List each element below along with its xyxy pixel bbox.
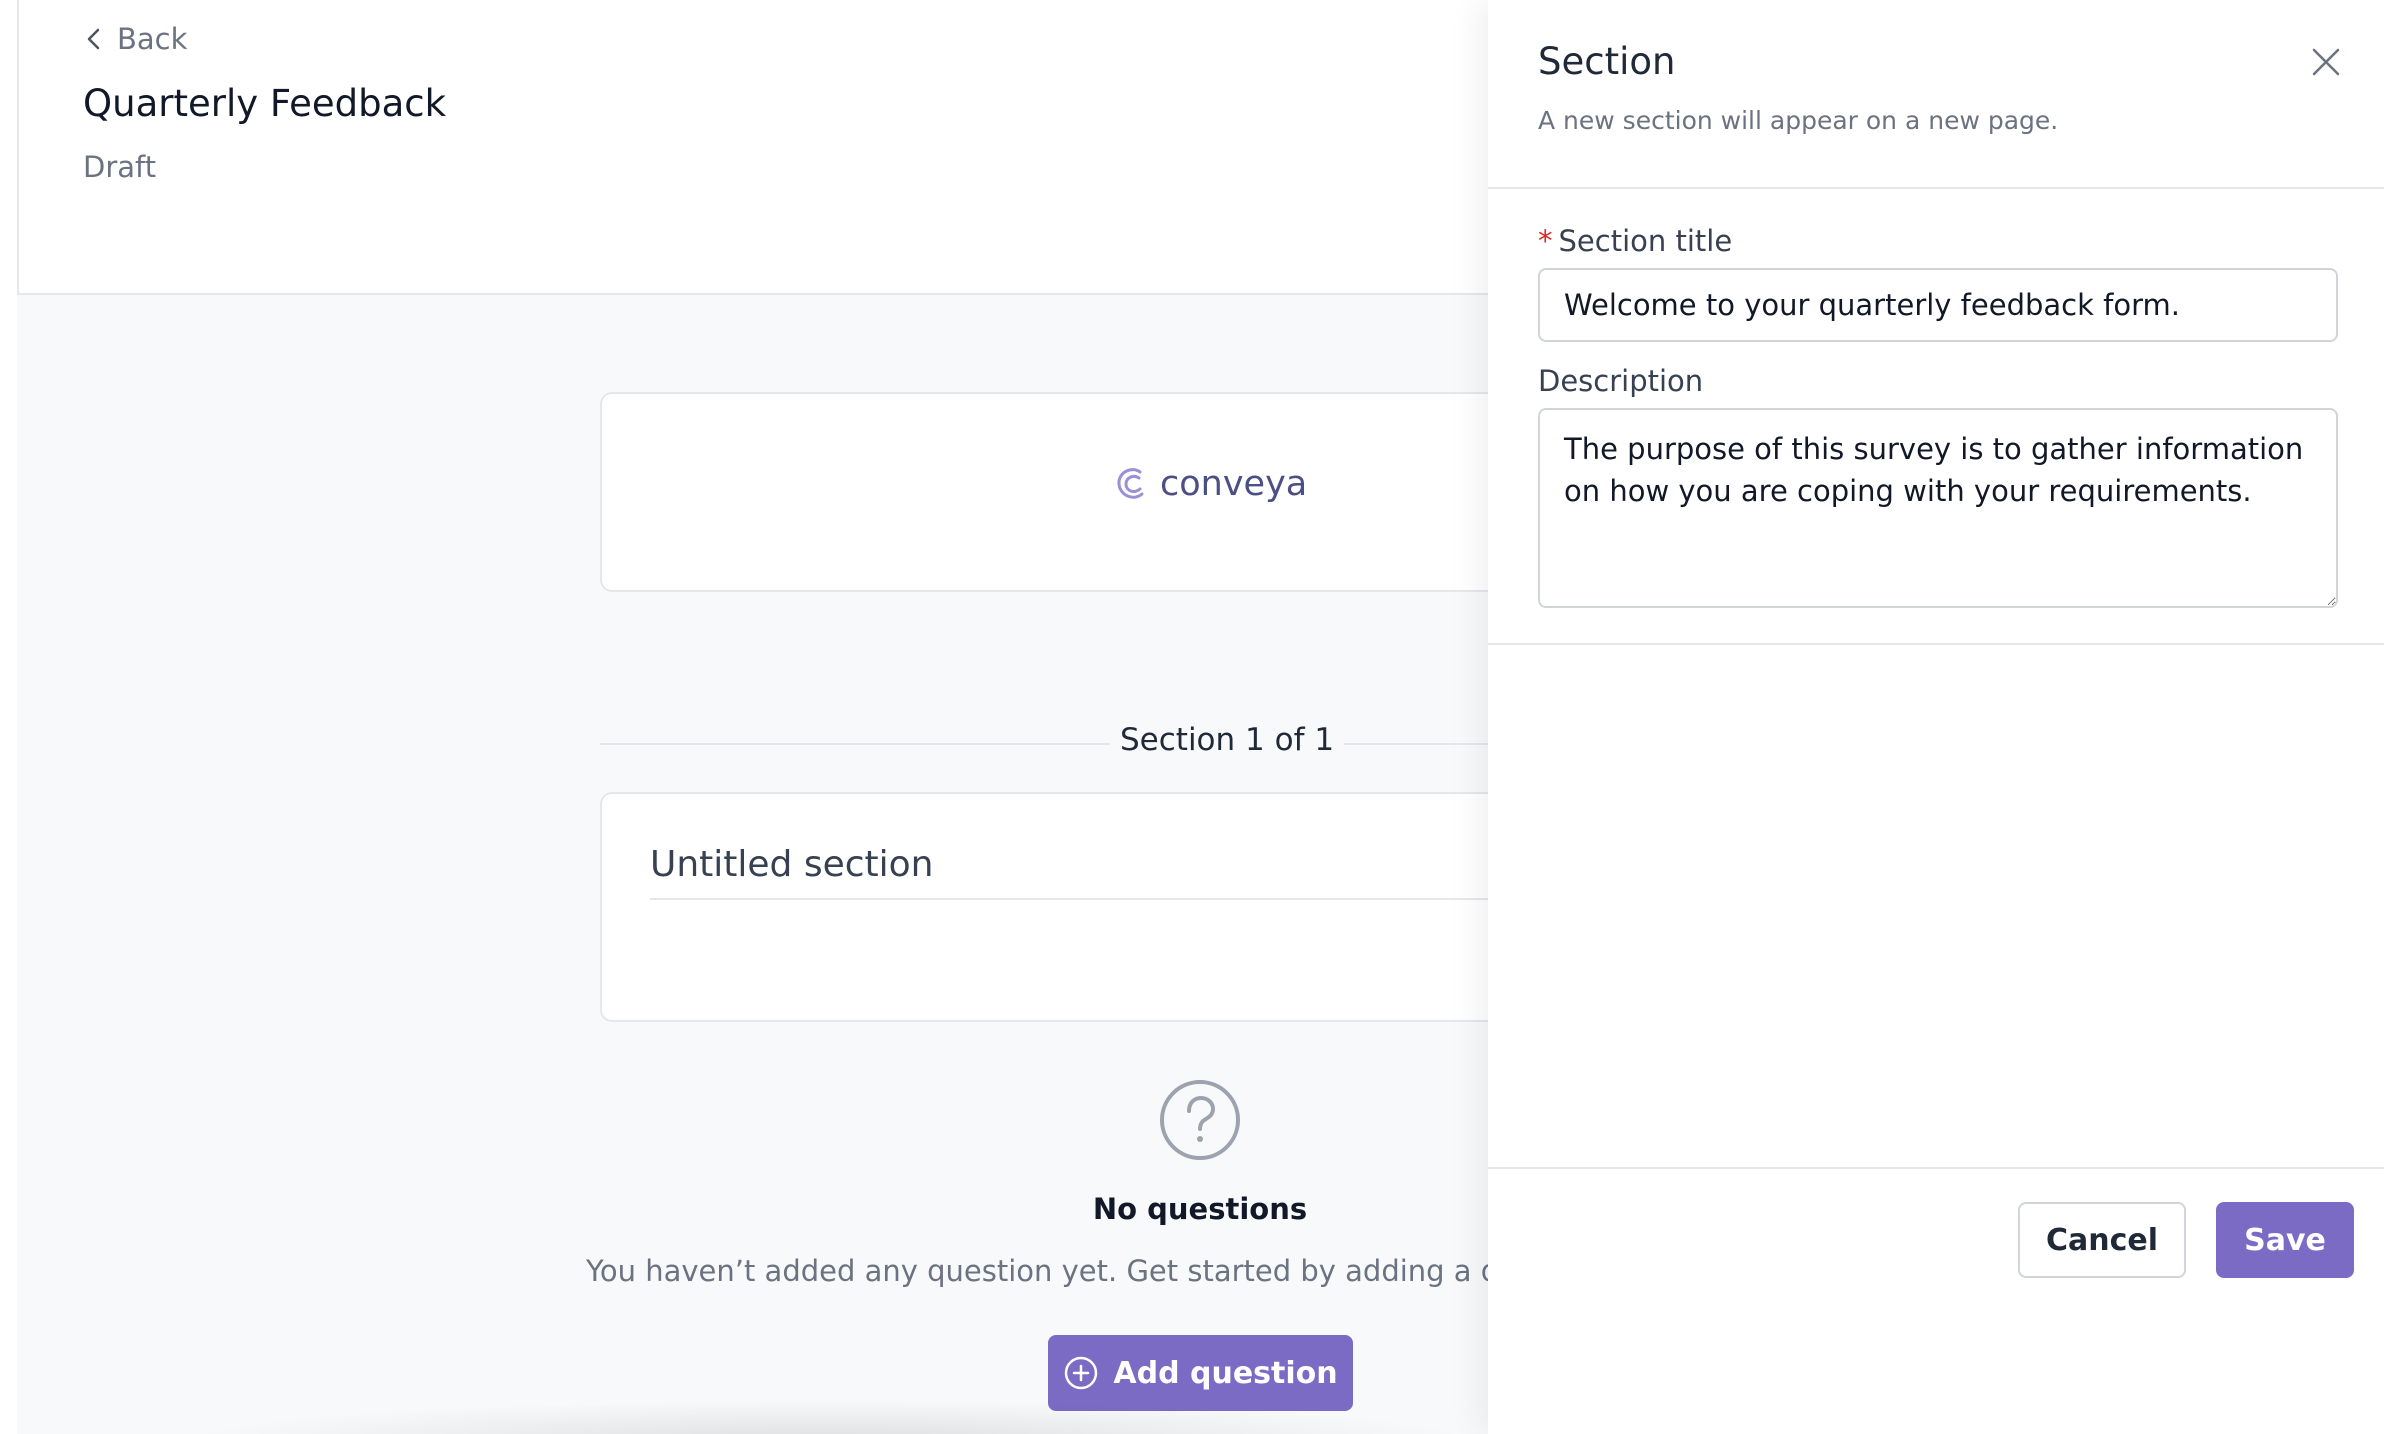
drawer-divider-top (1488, 187, 2384, 189)
section-title-input[interactable] (1538, 268, 2338, 342)
left-strip (0, 0, 17, 1434)
drawer-divider-middle (1488, 643, 2384, 645)
drawer-title: Section (1538, 40, 1676, 83)
required-marker: * (1538, 224, 1553, 258)
close-button[interactable] (2308, 44, 2344, 80)
conveya-logo-icon (1117, 468, 1144, 499)
section-card-title[interactable]: Untitled section (650, 844, 934, 885)
back-link[interactable]: Back (83, 22, 187, 56)
page-title: Quarterly Feedback (83, 82, 447, 125)
divider-line-left (600, 743, 1110, 745)
add-question-label: Add question (1113, 1355, 1338, 1391)
plus-circle-icon (1065, 1356, 1098, 1390)
description-textarea[interactable]: The purpose of this survey is to gather … (1538, 408, 2338, 608)
question-circle-icon (1160, 1080, 1240, 1160)
section-count-label: Section 1 of 1 (1110, 722, 1345, 758)
section-drawer: Section A new section will appear on a n… (1488, 0, 2384, 1434)
page: Back Quarterly Feedback Draft conveya Se… (0, 0, 2384, 1434)
chevron-left-icon (87, 28, 100, 50)
status-text: Draft (83, 150, 157, 184)
back-label: Back (117, 22, 188, 56)
save-button[interactable]: Save (2216, 1202, 2354, 1278)
empty-state-text: You haven’t added any question yet. Get … (586, 1254, 1536, 1288)
section-title-label-text: Section title (1558, 224, 1733, 258)
empty-state-title: No questions (1092, 1192, 1308, 1226)
cancel-button[interactable]: Cancel (2018, 1202, 2186, 1278)
drawer-divider-footer (1488, 1167, 2384, 1169)
bottom-shadow (180, 1400, 1480, 1434)
brand-name: conveya (1160, 464, 1308, 504)
brand-logo: conveya (1112, 464, 1307, 504)
close-icon (2312, 48, 2340, 76)
drawer-subtitle: A new section will appear on a new page. (1538, 106, 2059, 135)
description-label: Description (1538, 364, 1704, 398)
section-title-label: * Section title (1538, 224, 1732, 258)
